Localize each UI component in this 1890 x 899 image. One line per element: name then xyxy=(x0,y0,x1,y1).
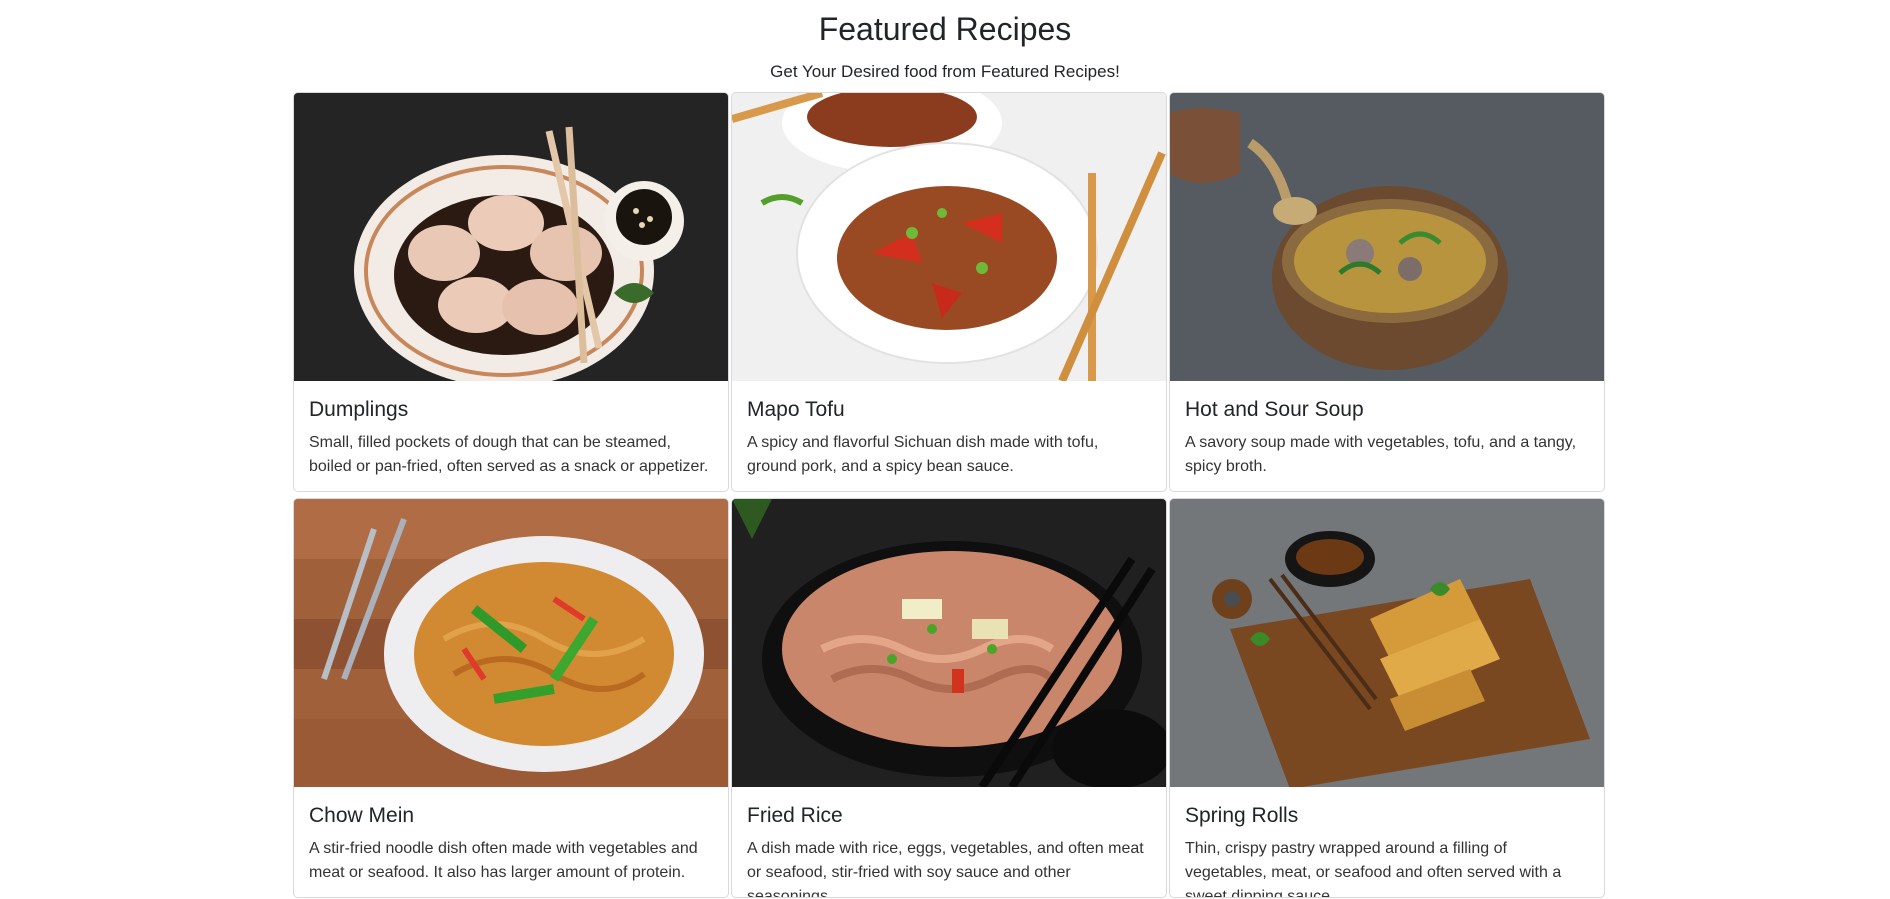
recipe-card-chow-mein[interactable]: Chow Mein A stir-fried noodle dish often… xyxy=(293,498,729,898)
chow-mein-image xyxy=(294,499,728,787)
recipe-description: A savory soup made with vegetables, tofu… xyxy=(1185,434,1577,475)
recipe-description: Small, filled pockets of dough that can … xyxy=(309,434,709,475)
recipe-title: Mapo Tofu xyxy=(747,398,845,421)
recipe-card-hot-and-sour-soup[interactable]: Hot and Sour Soup A savory soup made wit… xyxy=(1169,92,1605,492)
hot-and-sour-soup-image xyxy=(1170,93,1604,381)
recipe-grid: Dumplings Small, filled pockets of dough… xyxy=(293,92,1605,898)
recipe-card-dumplings[interactable]: Dumplings Small, filled pockets of dough… xyxy=(293,92,729,492)
spring-rolls-image xyxy=(1170,499,1604,787)
recipe-title: Chow Mein xyxy=(309,804,415,827)
dumplings-image xyxy=(294,93,728,381)
recipe-card-fried-rice[interactable]: Fried Rice A dish made with rice, eggs, … xyxy=(731,498,1167,898)
recipe-title: Fried Rice xyxy=(747,804,843,827)
recipe-card-spring-rolls[interactable]: Spring Rolls Thin, crispy pastry wrapped… xyxy=(1169,498,1605,898)
recipe-description: Thin, crispy pastry wrapped around a fil… xyxy=(1185,840,1562,898)
page-subtitle: Get Your Desired food from Featured Reci… xyxy=(770,62,1120,81)
recipe-description: A dish made with rice, eggs, vegetables,… xyxy=(747,840,1144,898)
page: Featured Recipes Get Your Desired food f… xyxy=(0,0,1890,899)
recipe-card-mapo-tofu[interactable]: Mapo Tofu A spicy and flavorful Sichuan … xyxy=(731,92,1167,492)
page-title: Featured Recipes xyxy=(818,11,1072,47)
recipe-title: Hot and Sour Soup xyxy=(1185,398,1364,421)
section-header: Featured Recipes Get Your Desired food f… xyxy=(0,0,1890,82)
fried-rice-image xyxy=(732,499,1166,787)
recipe-description: A stir-fried noodle dish often made with… xyxy=(309,840,698,881)
mapo-tofu-image xyxy=(732,93,1166,381)
recipe-title: Spring Rolls xyxy=(1185,804,1299,827)
recipe-description: A spicy and flavorful Sichuan dish made … xyxy=(747,434,1099,475)
recipe-title: Dumplings xyxy=(309,398,409,421)
